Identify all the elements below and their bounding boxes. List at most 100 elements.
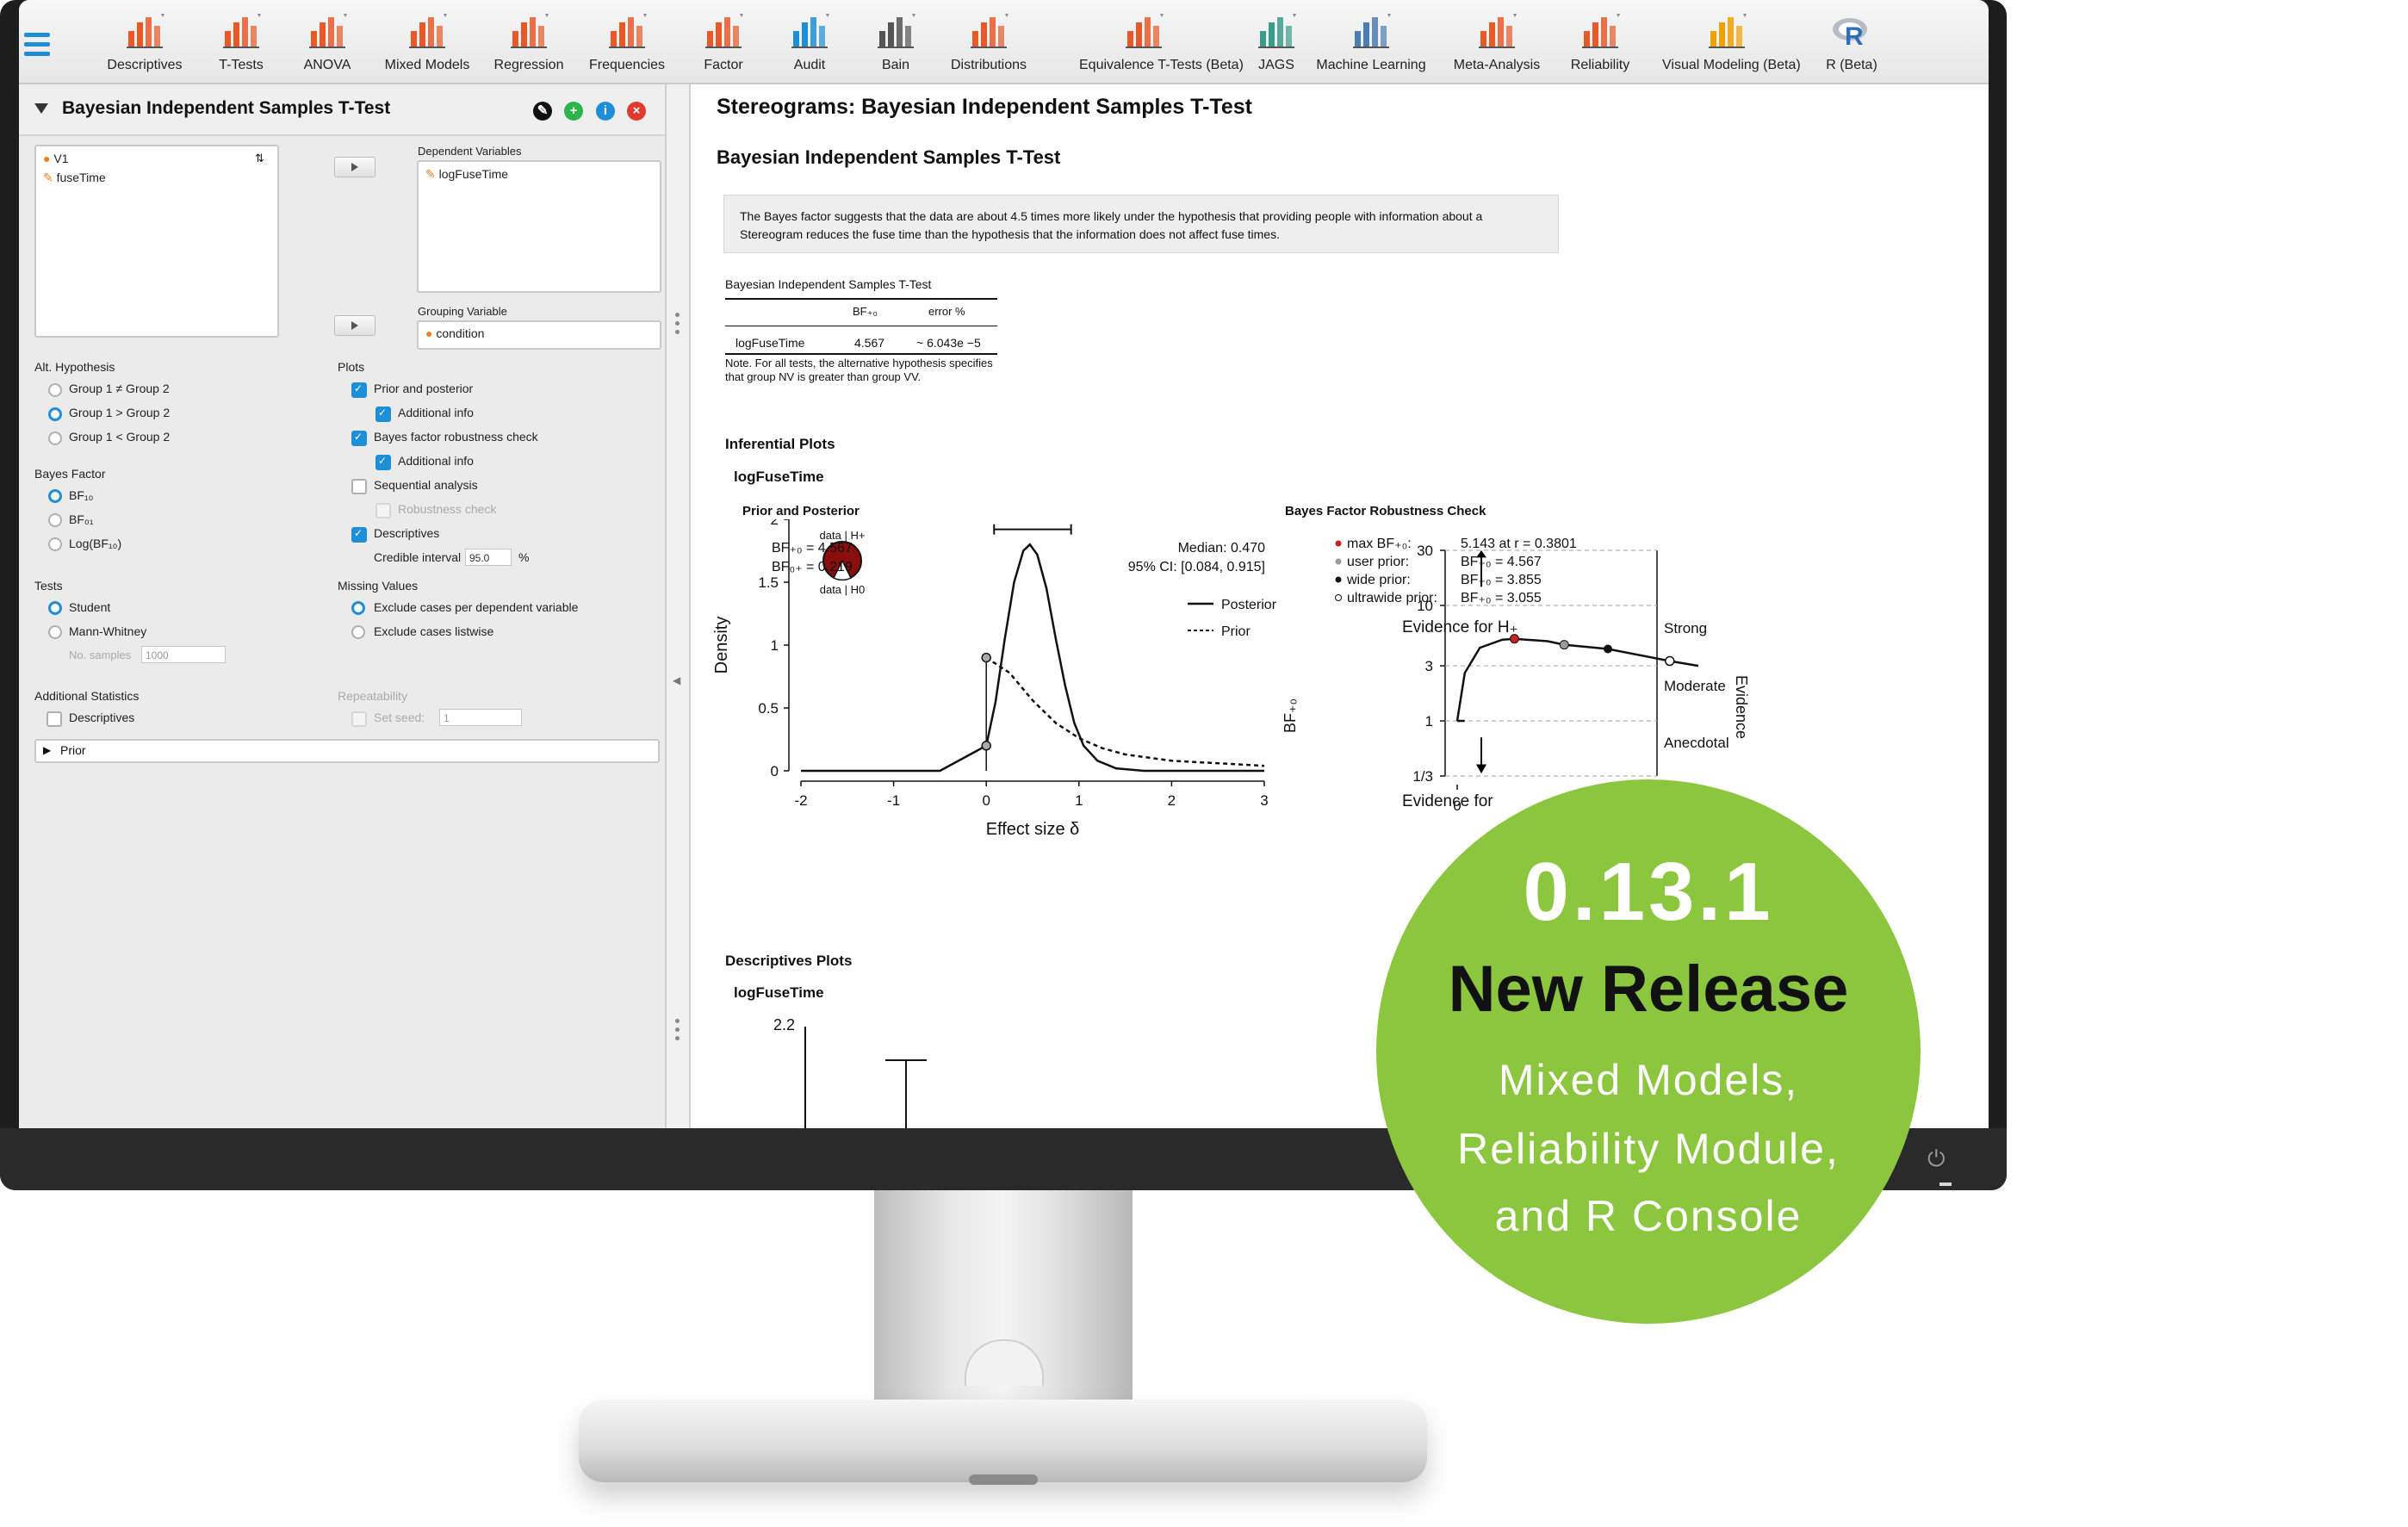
release-badge: 0.13.1 New Release Mixed Models, Reliabi… bbox=[1376, 779, 1921, 1324]
prior-point-at-zero bbox=[981, 652, 991, 663]
exclude-listwise-label: Exclude cases listwise bbox=[374, 624, 494, 638]
radio-greater[interactable] bbox=[48, 407, 62, 421]
release-line-2: Reliability Module, bbox=[1457, 1125, 1840, 1173]
ribbon-toolbar: Descriptives T-Tests ANOVA Mixed Models Regr… bbox=[19, 0, 1989, 84]
collapse-arrow-icon[interactable]: ◀ bbox=[673, 674, 680, 686]
duplicate-icon[interactable]: + bbox=[564, 102, 583, 121]
prior-section-label: Prior bbox=[60, 743, 86, 757]
radio-student[interactable] bbox=[48, 601, 62, 615]
equivalence-icon bbox=[1079, 12, 1208, 54]
bf-plus0-label: BF₊₀ = 4.567 bbox=[772, 541, 853, 556]
descriptives-variable: logFuseTime bbox=[734, 984, 824, 1001]
menu-icon[interactable] bbox=[24, 33, 50, 61]
descriptives-plot-label: Descriptives bbox=[374, 526, 440, 540]
pane-splitter[interactable]: ◀ bbox=[667, 84, 691, 1128]
dependent-variables-box[interactable]: ✎ logFuseTime bbox=[417, 160, 661, 293]
descriptives-errorbar bbox=[905, 1059, 907, 1128]
radio-bf10[interactable] bbox=[48, 489, 62, 503]
x-tick-label: -2 bbox=[794, 792, 807, 809]
evidence-h0-label: Evidence for bbox=[1402, 792, 1493, 810]
legend-user-label: user prior: bbox=[1347, 555, 1409, 569]
toolbar-label: Reliability bbox=[1570, 58, 1630, 72]
grouping-item[interactable]: ● condition bbox=[425, 326, 484, 340]
checkbox-prior-posterior[interactable] bbox=[351, 382, 367, 398]
checkbox-descriptives-plot[interactable] bbox=[351, 527, 367, 543]
additional-info-1-label: Additional info bbox=[398, 406, 474, 419]
plots-label: Plots bbox=[338, 360, 365, 374]
info-icon[interactable]: i bbox=[596, 102, 615, 121]
y-tick-label: 1 bbox=[771, 637, 779, 654]
descriptives-ytick: 2.2 bbox=[773, 1016, 796, 1034]
prior-posterior-label: Prior and posterior bbox=[374, 382, 474, 395]
edit-title-icon[interactable]: ✎ bbox=[533, 102, 552, 121]
legend-max-marker bbox=[1335, 540, 1342, 547]
collapse-icon[interactable] bbox=[34, 103, 48, 114]
credible-interval-input[interactable]: 95.0 bbox=[465, 549, 512, 566]
checkbox-descriptives-stats[interactable] bbox=[47, 711, 62, 727]
evidence-h1-label: Evidence for H₊ bbox=[1402, 618, 1518, 636]
table-header-error: error % bbox=[928, 305, 965, 318]
robustness-y-tick-label: 30 bbox=[1417, 543, 1433, 559]
y-axis-label: Density bbox=[712, 617, 731, 674]
toolbar-visual-modeling-button[interactable]: Visual Modeling (Beta) bbox=[1662, 12, 1801, 81]
x-tick-label: 0 bbox=[982, 792, 990, 809]
toolbar-r-button[interactable]: R R (Beta) bbox=[1787, 12, 1916, 81]
checkbox-robustness[interactable] bbox=[351, 431, 367, 446]
legend-ultrawide-marker bbox=[1335, 594, 1342, 601]
posterior-point-at-zero bbox=[981, 741, 991, 751]
checkbox-robustness-check[interactable] bbox=[375, 503, 391, 518]
checkbox-additional-info-1[interactable] bbox=[375, 407, 391, 422]
variable-item-fusetime[interactable]: ✎ fuseTime bbox=[43, 171, 106, 185]
option-bf10: BF₁₀ bbox=[69, 488, 94, 502]
credible-interval-unit: % bbox=[518, 550, 530, 564]
radio-logbf10[interactable] bbox=[48, 537, 62, 551]
prior-section[interactable]: ▶ Prior bbox=[34, 739, 660, 763]
checkbox-additional-info-2[interactable] bbox=[375, 455, 391, 470]
toolbar-distributions-button[interactable]: Distributions bbox=[924, 12, 1053, 81]
radio-bf01[interactable] bbox=[48, 513, 62, 527]
prior-posterior-title: Prior and Posterior bbox=[742, 504, 860, 518]
option-bf01: BF₀₁ bbox=[69, 512, 94, 526]
release-version: 0.13.1 bbox=[1523, 846, 1774, 938]
radio-mann-whitney[interactable] bbox=[48, 625, 62, 639]
release-line-1: Mixed Models, bbox=[1498, 1056, 1799, 1104]
power-icon[interactable]: ⏻ bbox=[1927, 1145, 1946, 1173]
user-prior-point bbox=[1559, 640, 1569, 650]
variable-item-v1[interactable]: ● V1 bbox=[43, 152, 68, 165]
assign-dependent-button[interactable] bbox=[334, 157, 375, 177]
toolbar-equivalence-button[interactable]: Equivalence T-Tests (Beta) bbox=[1079, 12, 1244, 81]
inferential-variable: logFuseTime bbox=[734, 469, 824, 485]
sort-icon[interactable]: ⇅ bbox=[255, 152, 264, 165]
seed-input[interactable]: 1 bbox=[439, 709, 522, 726]
radio-exclude-listwise[interactable] bbox=[351, 625, 365, 639]
tests-label: Tests bbox=[34, 579, 63, 593]
assign-grouping-button[interactable] bbox=[334, 315, 375, 336]
table-row-error: ~ 6.043e −5 bbox=[916, 336, 981, 350]
table-caption: Bayesian Independent Samples T-Test bbox=[725, 277, 932, 291]
radio-two-sided[interactable] bbox=[48, 383, 62, 397]
pie-bottom-label: data | H0 bbox=[820, 583, 866, 596]
robustness-y-tick-label: 1/3 bbox=[1412, 768, 1433, 785]
strong-label: Strong bbox=[1664, 620, 1707, 636]
analysis-header[interactable]: Bayesian Independent Samples T-Test ✎ + … bbox=[19, 84, 665, 136]
additional-info-2-label: Additional info bbox=[398, 454, 474, 468]
checkbox-set-seed[interactable] bbox=[351, 711, 367, 727]
dependent-item[interactable]: ✎ logFuseTime bbox=[425, 167, 508, 182]
wide-prior-point bbox=[1604, 644, 1612, 654]
table-footnote: Note. For all tests, the alternative hyp… bbox=[725, 357, 993, 383]
checkbox-sequential[interactable] bbox=[351, 479, 367, 494]
grouping-variable-box[interactable]: ● condition bbox=[417, 320, 661, 350]
available-variables-list[interactable]: ● V1 ✎ fuseTime ⇅ bbox=[34, 145, 279, 338]
no-samples-input[interactable]: 1000 bbox=[141, 646, 226, 663]
toolbar-machine-learning-button[interactable]: Machine Learning bbox=[1306, 12, 1436, 81]
results-title: Stereograms: Bayesian Independent Sample… bbox=[717, 95, 1252, 119]
toolbar-reliability-button[interactable]: Reliability bbox=[1536, 12, 1665, 81]
dependent-variable-name: logFuseTime bbox=[438, 167, 509, 181]
table-row-label: logFuseTime bbox=[735, 336, 805, 350]
close-icon[interactable]: × bbox=[627, 102, 646, 121]
radio-exclude-per-variable[interactable] bbox=[351, 601, 365, 615]
radio-less[interactable] bbox=[48, 431, 62, 445]
nominal-icon: ● bbox=[43, 152, 51, 165]
option-logbf10: Log(BF₁₀) bbox=[69, 537, 122, 550]
robustness-title: Bayes Factor Robustness Check bbox=[1285, 504, 1486, 518]
